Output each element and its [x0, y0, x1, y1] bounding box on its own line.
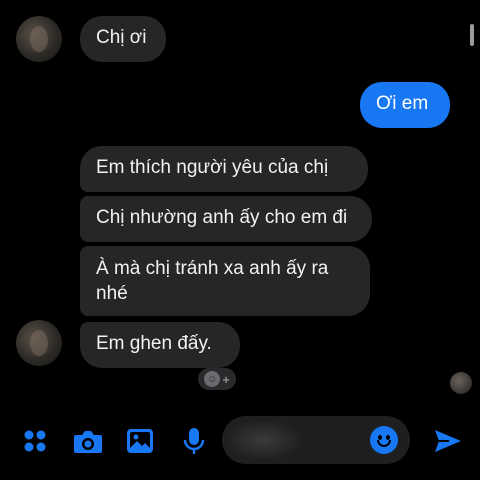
message-text: Em ghen đấy.: [96, 333, 212, 354]
message-bubble-incoming[interactable]: Chị ơi: [80, 16, 166, 62]
reaction-plus-label: +: [222, 371, 230, 387]
contact-avatar[interactable]: [16, 320, 62, 366]
message-composer[interactable]: [222, 416, 410, 464]
message-text: Chị nhường anh ấy cho em đi: [96, 207, 348, 228]
message-bubble-outgoing[interactable]: Ơi em: [360, 82, 450, 128]
message-bubble-incoming[interactable]: Em ghen đấy.: [80, 322, 240, 368]
seen-avatar: [450, 372, 472, 394]
smiley-icon: ☺: [204, 371, 221, 387]
message-bubble-incoming[interactable]: Chị nhường anh ấy cho em đi: [80, 196, 372, 242]
message-text: Chị ơi: [96, 27, 147, 48]
reaction-button[interactable]: ☺ +: [198, 368, 236, 390]
apps-grid-icon[interactable]: [20, 426, 52, 456]
message-text: Ơi em: [376, 93, 429, 114]
message-bubble-incoming[interactable]: À mà chị tránh xa anh ấy ra nhé: [80, 246, 370, 316]
message-text: Em thích người yêu của chị: [96, 157, 329, 178]
message-toolbar: [0, 408, 480, 472]
message-bubble-incoming[interactable]: Em thích người yêu của chị: [80, 146, 368, 192]
microphone-icon[interactable]: [178, 426, 210, 456]
gallery-icon[interactable]: [124, 426, 156, 456]
scrollbar[interactable]: [470, 24, 474, 46]
message-text: À mà chị tránh xa anh ấy ra nhé: [96, 258, 329, 304]
camera-icon[interactable]: [72, 426, 104, 456]
contact-avatar[interactable]: [16, 16, 62, 62]
emoji-icon[interactable]: [370, 426, 398, 454]
send-icon[interactable]: [432, 426, 464, 456]
